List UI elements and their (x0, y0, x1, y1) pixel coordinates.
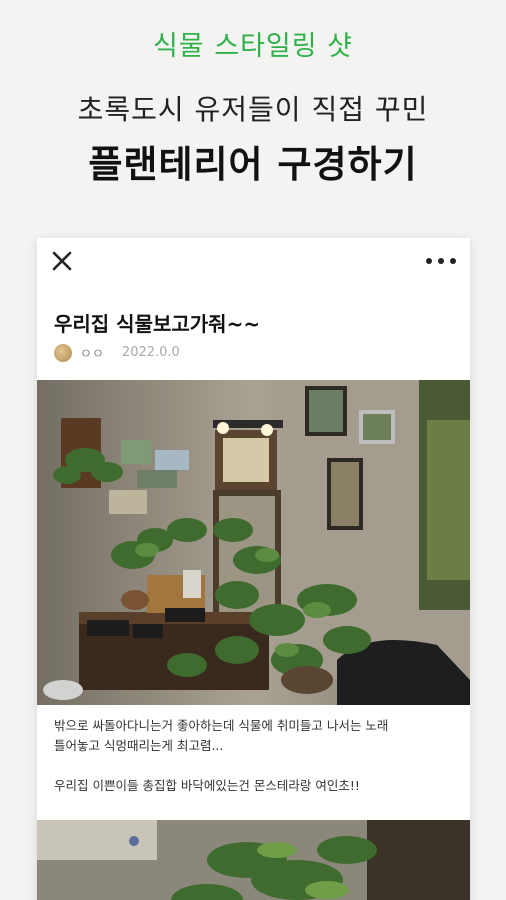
caption-line: 우리집 이쁜이들 총집합 바닥에있는건 몬스테라랑 여인초!! (54, 778, 360, 793)
promo-headline-line2: 플랜테리어 구경하기 (88, 143, 418, 186)
caption-line: 틀어놓고 식멍때리는게 최고렴... (54, 738, 224, 753)
post-photo[interactable] (37, 380, 470, 705)
more-icon-dot (426, 258, 432, 264)
second-photo[interactable] (37, 820, 470, 900)
close-icon (52, 251, 72, 271)
promo-headline-line1: 초록도시 유저들이 직접 꾸민 (77, 93, 429, 126)
post-caption: 밖으로 싸돌아다니는거 좋아하는데 식물에 취미들고 나서는 노래 틀어놓고 식… (54, 716, 459, 796)
author-name[interactable]: ㅇㅇ (80, 343, 104, 362)
more-button[interactable] (426, 248, 456, 274)
room-plants-photo (37, 380, 470, 705)
post-card: 우리집 식물보고가줘~~ ㅇㅇ 2022.0.0 밖으로 싸돌아다니는거 좋아하… (37, 238, 470, 900)
promo-eyebrow: 식물 스타일링 샷 (152, 31, 354, 62)
post-title: 우리집 식물보고가줘~~ (54, 312, 261, 336)
second-photo-image (37, 820, 470, 900)
avatar[interactable] (54, 343, 72, 362)
post-meta: ㅇㅇ 2022.0.0 (54, 343, 180, 362)
more-icon-dot (438, 258, 444, 264)
caption-line: 밖으로 싸돌아다니는거 좋아하는데 식물에 취미들고 나서는 노래 (54, 718, 389, 733)
post-date: 2022.0.0 (121, 345, 180, 360)
carousel-indicator (129, 836, 139, 846)
close-button[interactable] (49, 248, 75, 274)
more-icon-dot (450, 258, 456, 264)
